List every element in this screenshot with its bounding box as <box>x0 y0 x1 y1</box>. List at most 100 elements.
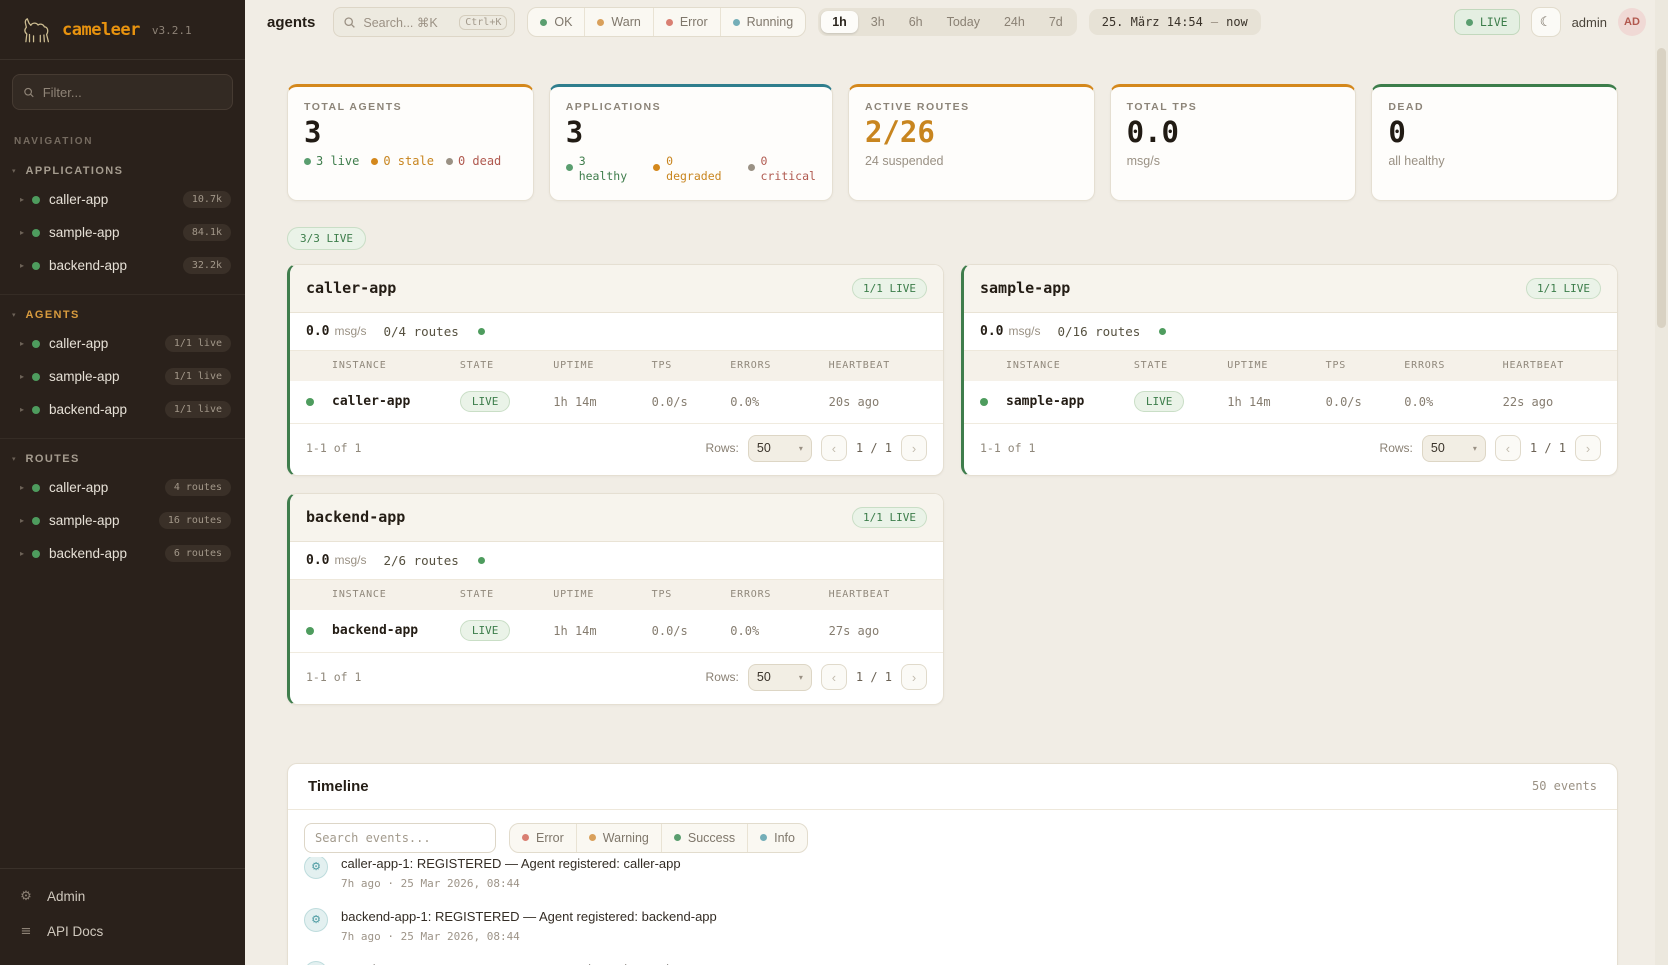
sidebar-item-applications-backend-app[interactable]: ▸ backend-app 32.2k <box>0 249 245 282</box>
filter-warn-button[interactable]: Warn <box>584 8 652 36</box>
scrollbar-thumb[interactable] <box>1657 48 1666 328</box>
range-6h-button[interactable]: 6h <box>898 11 934 33</box>
theme-toggle-button[interactable]: ☾ <box>1531 7 1561 37</box>
section-header-applications[interactable]: ▾ APPLICATIONS <box>0 161 245 183</box>
chevron-down-icon: ▾ <box>799 673 803 682</box>
filter-label: Warning <box>603 831 649 845</box>
event-meta: 7h ago · 25 Mar 2026, 08:44 <box>341 930 717 943</box>
next-page-button[interactable]: › <box>901 664 927 690</box>
app-tps-value: 0.0 <box>306 324 329 339</box>
filter-label: Running <box>747 15 794 29</box>
stat-card-applications: APPLICATIONS 3 3healthy 0degraded 0criti… <box>549 84 833 201</box>
item-label: backend-app <box>49 546 127 561</box>
timeline-card: Timeline 50 events Error Warning Success… <box>287 763 1618 965</box>
app-card-title[interactable]: backend-app <box>306 508 405 526</box>
table-row[interactable]: caller-app LIVE 1h 14m 0.0/s 0.0% 20s ag… <box>290 381 943 424</box>
prev-page-button[interactable]: ‹ <box>1495 435 1521 461</box>
rows-per-page-label: Rows: <box>1380 441 1413 455</box>
sidebar-item-routes-backend-app[interactable]: ▸ backend-app 6 routes <box>0 537 245 570</box>
range-today-button[interactable]: Today <box>936 11 991 33</box>
item-label: caller-app <box>49 192 108 207</box>
next-page-button[interactable]: › <box>901 435 927 461</box>
timeline-event[interactable]: ⚙ backend-app-1: REGISTERED — Agent regi… <box>304 899 1601 952</box>
sidebar-item-admin[interactable]: ⚙ Admin <box>0 879 245 914</box>
sidebar-item-applications-sample-app[interactable]: ▸ sample-app 84.1k <box>0 216 245 249</box>
chevron-down-icon: ▾ <box>799 444 803 453</box>
range-1h-button[interactable]: 1h <box>821 11 858 33</box>
next-page-button[interactable]: › <box>1575 435 1601 461</box>
sidebar-item-routes-caller-app[interactable]: ▸ caller-app 4 routes <box>0 471 245 504</box>
ok-dot-icon <box>540 19 547 26</box>
app-card-title[interactable]: caller-app <box>306 279 396 297</box>
filter-label: OK <box>554 15 572 29</box>
table-row[interactable]: backend-app LIVE 1h 14m 0.0/s 0.0% 27s a… <box>290 610 943 653</box>
status-filter-group: OK Warn Error Running <box>527 7 806 37</box>
sidebar-section-routes: ▾ ROUTES ▸ caller-app 4 routes ▸ sample-… <box>0 438 245 576</box>
range-7d-button[interactable]: 7d <box>1038 11 1074 33</box>
prev-page-button[interactable]: ‹ <box>821 664 847 690</box>
filter-warning-button[interactable]: Warning <box>576 824 661 852</box>
status-dot <box>306 398 314 406</box>
breakdown-live: 3 live <box>316 154 359 168</box>
avatar[interactable]: AD <box>1618 8 1646 36</box>
sidebar-item-routes-sample-app[interactable]: ▸ sample-app 16 routes <box>0 504 245 537</box>
sidebar-item-agents-sample-app[interactable]: ▸ sample-app 1/1 live <box>0 360 245 393</box>
timeline-search-input[interactable] <box>315 831 485 845</box>
app-logo[interactable]: cameleer v3.2.1 <box>0 0 245 60</box>
filter-error-button[interactable]: Error <box>510 824 576 852</box>
sidebar-item-api-docs[interactable]: ≡ API Docs <box>0 914 245 949</box>
cell-tps: 0.0/s <box>652 624 731 638</box>
item-label: backend-app <box>49 402 127 417</box>
stat-value: 0.0 <box>1127 118 1340 147</box>
username: admin <box>1572 15 1607 30</box>
filter-info-button[interactable]: Info <box>747 824 807 852</box>
live-label: LIVE <box>1480 15 1508 29</box>
section-header-agents[interactable]: ▾ AGENTS <box>0 305 245 327</box>
timeline-event-list[interactable]: ⚙ caller-app-1: REGISTERED — Agent regis… <box>288 857 1617 965</box>
sidebar-item-agents-caller-app[interactable]: ▸ caller-app 1/1 live <box>0 327 245 360</box>
time-range-display[interactable]: 25. März 14:54 — now <box>1089 9 1261 35</box>
global-search[interactable]: Search... ⌘K Ctrl+K <box>333 7 515 37</box>
range-24h-button[interactable]: 24h <box>993 11 1036 33</box>
app-tps-unit: msg/s <box>334 553 366 567</box>
timeline-event[interactable]: ⚙ sample-app-1: REGISTERED — Agent regis… <box>304 952 1601 965</box>
range-3h-button[interactable]: 3h <box>860 11 896 33</box>
table-row[interactable]: sample-app LIVE 1h 14m 0.0/s 0.0% 22s ag… <box>964 381 1617 424</box>
filter-ok-button[interactable]: OK <box>528 8 584 36</box>
filter-running-button[interactable]: Running <box>720 8 806 36</box>
live-status-badge[interactable]: LIVE <box>1454 9 1520 35</box>
section-label: AGENTS <box>26 309 80 321</box>
rows-per-page-select[interactable]: 50▾ <box>1422 435 1486 462</box>
filter-success-button[interactable]: Success <box>661 824 747 852</box>
rows-per-page-label: Rows: <box>706 670 739 684</box>
filter-error-button[interactable]: Error <box>653 8 720 36</box>
collapse-caret-icon: ▾ <box>12 455 16 463</box>
rows-per-page-select[interactable]: 50▾ <box>748 664 812 691</box>
live-dot-icon <box>1466 19 1473 26</box>
state-badge: LIVE <box>460 391 511 412</box>
critical-dot-icon <box>748 164 755 171</box>
cell-instance: caller-app <box>332 394 460 409</box>
timeline-search[interactable] <box>304 823 496 853</box>
col-instance: INSTANCE <box>1006 360 1134 371</box>
stat-card-total-tps: TOTAL TPS 0.0 msg/s <box>1110 84 1357 201</box>
sidebar-item-applications-caller-app[interactable]: ▸ caller-app 10.7k <box>0 183 245 216</box>
rows-per-page-label: Rows: <box>706 441 739 455</box>
error-dot-icon <box>522 834 529 841</box>
app-card-backend-app: backend-app 1/1 LIVE 0.0 msg/s 2/6 route… <box>287 493 944 705</box>
gear-event-icon: ⚙ <box>304 961 328 965</box>
timeline-event[interactable]: ⚙ caller-app-1: REGISTERED — Agent regis… <box>304 857 1601 899</box>
section-header-routes[interactable]: ▾ ROUTES <box>0 449 245 471</box>
sidebar-filter[interactable] <box>12 74 233 110</box>
chevron-right-icon: ▸ <box>20 261 32 270</box>
prev-page-button[interactable]: ‹ <box>821 435 847 461</box>
health-dot-icon <box>478 328 485 335</box>
sidebar-item-agents-backend-app[interactable]: ▸ backend-app 1/1 live <box>0 393 245 426</box>
time-range-group: 1h 3h 6h Today 24h 7d <box>818 8 1077 36</box>
sidebar-filter-input[interactable] <box>43 85 222 100</box>
page-scrollbar[interactable] <box>1655 0 1668 965</box>
nav-section-label: NAVIGATION <box>14 136 231 147</box>
app-card-title[interactable]: sample-app <box>980 279 1070 297</box>
rows-per-page-select[interactable]: 50▾ <box>748 435 812 462</box>
chevron-down-icon: ▾ <box>1473 444 1477 453</box>
